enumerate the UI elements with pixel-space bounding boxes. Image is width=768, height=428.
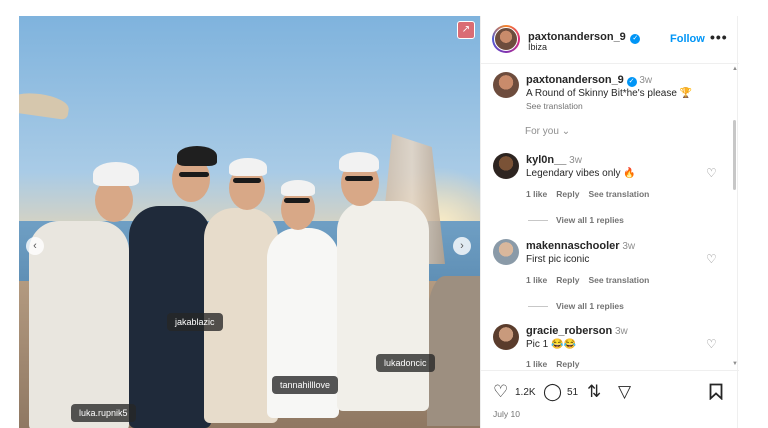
person-5 [337,201,429,411]
like-heart-icon[interactable]: ♡ [493,383,508,401]
bookmark-icon[interactable] [709,383,723,404]
person-2-cap [177,146,217,166]
comment-actions: 1 like Reply See translation [526,189,658,199]
scrollbar-thumb[interactable] [733,120,736,190]
heart-icon[interactable]: ♡ [706,252,717,266]
post-header: paxtonanderson_9 ✓ Ibiza Follow ••• [481,16,739,64]
post-date: July 10 [493,409,520,419]
post-action-bar: ♡ 1.2K ◯ 51 ⇅ ▽ July 10 [481,370,739,428]
comment-likes[interactable]: 1 like [526,189,547,199]
for-you-label: For you [525,126,559,137]
share-send-icon[interactable]: ▽ [618,383,631,401]
bookmark-icon-svg [709,383,723,401]
view-replies[interactable]: View all 1 replies [528,301,624,311]
person-3-sunglasses [233,178,261,183]
caption-translation-link[interactable]: See translation [526,101,592,111]
comment-text: Pic 1 😂😂 [526,339,576,350]
person-4-sunglasses [284,198,310,203]
view-replies-label[interactable]: View all 1 replies [556,301,624,311]
comment-text: First pic iconic [526,254,590,265]
commenter-avatar[interactable] [493,239,519,265]
reply-button[interactable]: Reply [556,359,579,369]
follow-button[interactable]: Follow [670,33,705,45]
chevron-left-icon[interactable]: ‹ [26,237,44,255]
heart-icon[interactable]: ♡ [706,166,717,180]
comment-time: 3w [569,155,582,166]
rocks [427,276,480,426]
person-5-cap [339,152,379,172]
comment-actions: 1 like Reply [526,359,588,369]
story-ring[interactable] [492,25,520,53]
comment-time: 3w [622,241,636,252]
caption-header: paxtonanderson_9 ✓ 3w [526,74,652,87]
heart-icon[interactable]: ♡ [706,337,717,351]
comment-author[interactable]: kyl0n__ [526,154,566,166]
post-photo[interactable]: jakablazic lukadoncic tannahilllove luka… [19,16,480,428]
comment-author[interactable]: gracie_roberson [526,325,612,337]
person-1-cap [93,162,139,186]
commenter-avatar[interactable] [493,324,519,350]
comment-time: 3w [614,326,628,337]
umbrella [19,89,71,121]
person-5-sunglasses [345,176,373,181]
post-sidebar: paxtonanderson_9 ✓ Ibiza Follow ••• paxt… [480,16,739,428]
user-tag[interactable]: luka.rupnik5 [71,404,136,422]
caption-time: 3w [639,75,653,86]
more-options-icon[interactable]: ••• [710,29,728,45]
chevron-down-icon: ⌄ [561,126,571,137]
comment-likes[interactable]: 1 like [526,359,547,369]
comments-section[interactable]: paxtonanderson_9 ✓ 3w A Round of Skinny … [481,64,739,370]
comment-text: Legendary vibes only 🔥 [526,168,636,179]
person-4-cap [281,180,315,196]
comment-header: kyl0n__ 3w [526,154,582,166]
verified-badge-icon: ✓ [630,34,641,44]
view-replies-label[interactable]: View all 1 replies [556,215,624,225]
likes-count[interactable]: 1.2K [515,387,536,398]
repost-icon[interactable]: ⇅ [587,383,601,401]
comment-bubble-icon[interactable]: ◯ [543,383,562,401]
chevron-right-icon[interactable]: › [453,237,471,255]
instagram-post-view: jakablazic lukadoncic tannahilllove luka… [0,0,768,428]
person-3-cap [229,158,267,176]
comment-header: gracie_roberson 3w [526,325,628,337]
see-translation-link[interactable]: See translation [588,189,649,199]
post-location[interactable]: Ibiza [528,42,547,52]
caption-author[interactable]: paxtonanderson_9 [526,74,624,86]
external-link-icon[interactable]: ↗ [457,21,475,39]
comments-count[interactable]: 51 [567,387,578,398]
scroll-up-arrow-icon[interactable]: ▲ [732,66,738,72]
person-2-sunglasses [179,172,209,177]
comment-likes[interactable]: 1 like [526,275,547,285]
author-avatar[interactable] [494,27,518,51]
comment-author[interactable]: makennaschooler [526,240,620,252]
caption-text: A Round of Skinny Bit*he's please 🏆 [526,88,693,99]
user-tag[interactable]: lukadoncic [376,354,435,372]
scroll-down-arrow-icon[interactable]: ▼ [732,361,738,367]
comment-header: makennaschooler 3w [526,240,635,252]
person-1 [29,221,129,428]
reply-button[interactable]: Reply [556,189,579,199]
view-replies[interactable]: View all 1 replies [528,215,624,225]
user-tag[interactable]: jakablazic [167,313,223,331]
see-translation-link[interactable]: See translation [588,275,649,285]
reply-button[interactable]: Reply [556,275,579,285]
replies-divider [528,220,548,222]
user-tag[interactable]: tannahilllove [272,376,339,394]
see-translation-link[interactable]: See translation [526,101,583,111]
comment-actions: 1 like Reply See translation [526,275,658,285]
replies-divider [528,306,548,308]
verified-badge-icon: ✓ [626,77,637,87]
caption-author-avatar[interactable] [493,72,519,98]
commenter-avatar[interactable] [493,153,519,179]
for-you-filter[interactable]: For you ⌄ [525,126,570,137]
